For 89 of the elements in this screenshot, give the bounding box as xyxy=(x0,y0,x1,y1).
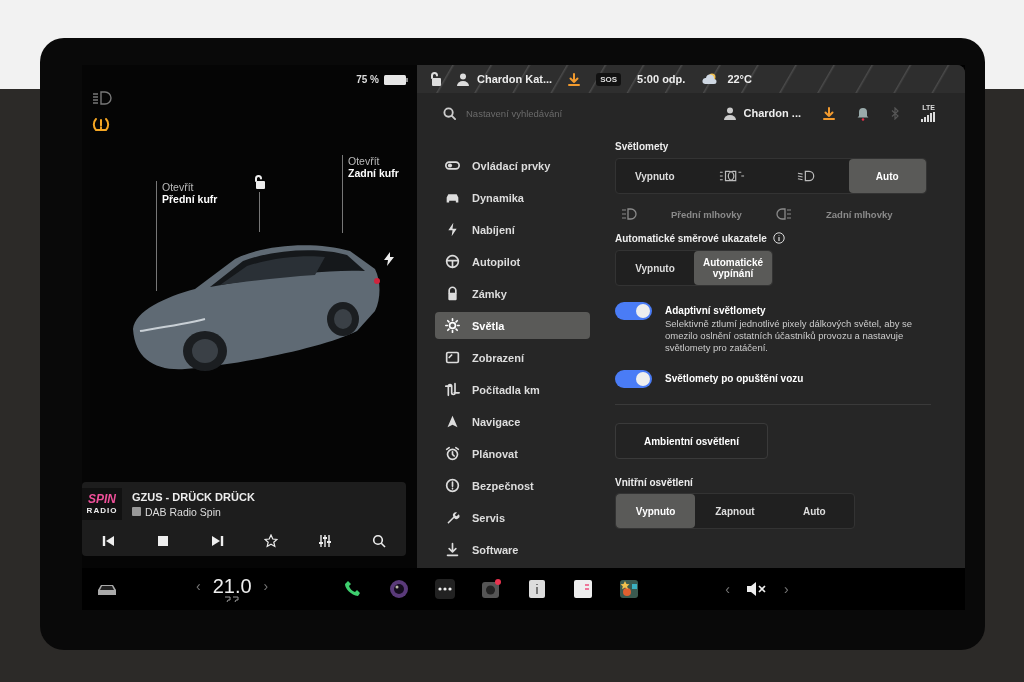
sidebar-item[interactable]: Software xyxy=(435,536,590,563)
logo-text: SPIN xyxy=(88,492,116,506)
sidebar-item[interactable]: Bezpečnost xyxy=(435,472,590,499)
radio-source-icon xyxy=(132,507,141,516)
wrench-icon xyxy=(445,510,460,525)
setting-description: Selektivně ztlumí jednotlivé pixely dálkových světel, aby se omezilo oslnění ostatních účastníků provozu a nastavuje světlomety pro zatáčení. xyxy=(665,318,914,354)
ambient-lighting-button[interactable]: Ambientní osvětlení xyxy=(615,423,768,459)
bell-icon[interactable] xyxy=(857,105,869,121)
open-label: Otevřít xyxy=(348,155,381,167)
section-title: Automatické směrové ukazatele xyxy=(615,232,767,244)
previous-icon[interactable] xyxy=(102,534,116,548)
section-title: Světlomety xyxy=(615,141,669,152)
stop-icon[interactable] xyxy=(156,534,170,548)
sun-icon xyxy=(445,318,460,333)
station-name: DAB Radio Spin xyxy=(145,505,221,518)
download-icon xyxy=(568,72,581,86)
temperature-down-button[interactable]: ‹ xyxy=(196,575,201,596)
sidebar-item[interactable]: Dynamika xyxy=(435,184,590,211)
toggle-switch[interactable] xyxy=(615,370,652,388)
battery-icon xyxy=(384,74,408,85)
sidebar-item[interactable]: Ovládací prvky xyxy=(435,152,590,179)
equalizer-icon[interactable] xyxy=(318,534,332,548)
segment-option[interactable]: Zapnout xyxy=(695,494,775,528)
front-fog-light-icon xyxy=(621,208,637,220)
segment-option[interactable]: Vypnuto xyxy=(616,494,696,528)
sidebar-item[interactable]: Světla xyxy=(435,312,590,339)
star-icon[interactable] xyxy=(264,534,278,548)
sidebar-item[interactable]: Počítadla km xyxy=(435,376,590,403)
user-icon xyxy=(723,106,736,120)
sidebar-item[interactable]: Nabíjení xyxy=(435,216,590,243)
parking-lights-icon[interactable] xyxy=(719,169,746,183)
segment-option[interactable]: Vypnuto xyxy=(616,251,694,285)
next-icon[interactable] xyxy=(210,534,224,548)
temperature-up-button[interactable]: › xyxy=(263,575,269,596)
volume-down-button[interactable]: ‹ xyxy=(725,579,730,599)
trunk-button[interactable]: Přední kufr xyxy=(162,193,218,205)
track-title: GZUS - DRÜCK DRÜCK xyxy=(132,490,255,503)
segment-option[interactable]: Vypnuto xyxy=(616,159,694,193)
trunk-button[interactable]: Zadní kufr xyxy=(348,167,399,179)
more-dots-icon[interactable] xyxy=(435,579,456,599)
info-icon[interactable] xyxy=(772,232,785,244)
lock-icon xyxy=(445,286,460,301)
sidebar-item[interactable]: Plánovat xyxy=(435,440,590,467)
segment-option[interactable]: Automatické vypínání xyxy=(694,251,772,285)
segment-option[interactable]: Auto xyxy=(774,494,854,528)
navigation-arrow-icon xyxy=(445,414,460,429)
clock: 5:00 odp. xyxy=(637,73,686,85)
unlocked-lock-icon[interactable] xyxy=(253,175,265,189)
sidebar-item[interactable]: Autopilot xyxy=(435,248,590,275)
calendar-icon[interactable] xyxy=(573,579,594,599)
odometer-icon xyxy=(445,382,460,397)
signal-strength-icon xyxy=(921,112,935,122)
section-title: Vnitřní osvětlení xyxy=(615,477,693,488)
temperature-value: 21.0 xyxy=(212,575,252,596)
alarm-clock-icon xyxy=(445,446,460,461)
logo-text: RADIO xyxy=(86,505,118,516)
steering-wheel-icon xyxy=(445,254,460,269)
profile-name[interactable]: Chardon Kat... xyxy=(477,73,553,85)
setting-label: Světlomety po opuštění vozu xyxy=(665,372,804,384)
open-label: Otevřít xyxy=(162,181,195,193)
unlocked-lock-icon xyxy=(429,72,441,86)
leader-line xyxy=(258,192,260,232)
search-field[interactable]: Nastavení vyhledávání xyxy=(443,106,636,120)
user-icon xyxy=(457,72,469,86)
search-icon[interactable] xyxy=(372,534,386,548)
volume-up-button[interactable]: › xyxy=(783,579,789,599)
sos-button[interactable]: SOS xyxy=(596,72,622,86)
toggle-icon xyxy=(445,158,460,173)
setting-label: Adaptivní světlomety xyxy=(665,304,767,316)
mute-icon[interactable] xyxy=(745,582,768,596)
rear-fog-light-icon xyxy=(776,208,792,220)
toggle-switch[interactable] xyxy=(615,302,652,320)
battery-percentage: 75 % xyxy=(356,74,379,85)
tire-pressure-warning-icon xyxy=(92,117,110,133)
sidebar-item[interactable]: Servis xyxy=(435,504,590,531)
display-icon xyxy=(445,350,460,365)
download-icon xyxy=(445,542,460,557)
warning-icon xyxy=(445,478,460,493)
notebook-icon[interactable] xyxy=(527,579,548,599)
segment-option[interactable]: Auto xyxy=(848,159,926,193)
sidebar-item[interactable]: Zobrazení xyxy=(435,344,590,371)
sidebar-item[interactable]: Navigace xyxy=(435,408,590,435)
search-icon xyxy=(443,106,456,120)
outside-temperature: 22°C xyxy=(727,73,752,85)
camera-icon[interactable] xyxy=(481,579,502,599)
profile-name[interactable]: Chardon ... xyxy=(743,107,801,119)
sidebar-item[interactable]: Zámky xyxy=(435,280,590,307)
download-icon xyxy=(823,106,835,120)
lightning-bolt-icon[interactable] xyxy=(384,252,394,266)
